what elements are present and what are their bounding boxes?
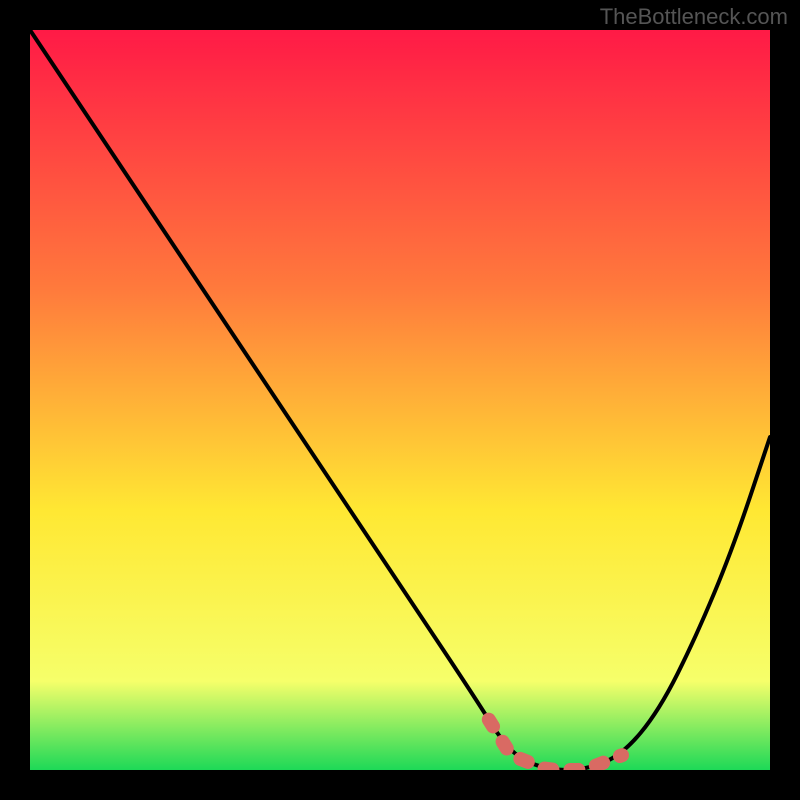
- watermark-text: TheBottleneck.com: [600, 4, 788, 30]
- chart-background-gradient: [30, 30, 770, 770]
- bottleneck-chart: [30, 30, 770, 770]
- gradient-rect: [30, 30, 770, 770]
